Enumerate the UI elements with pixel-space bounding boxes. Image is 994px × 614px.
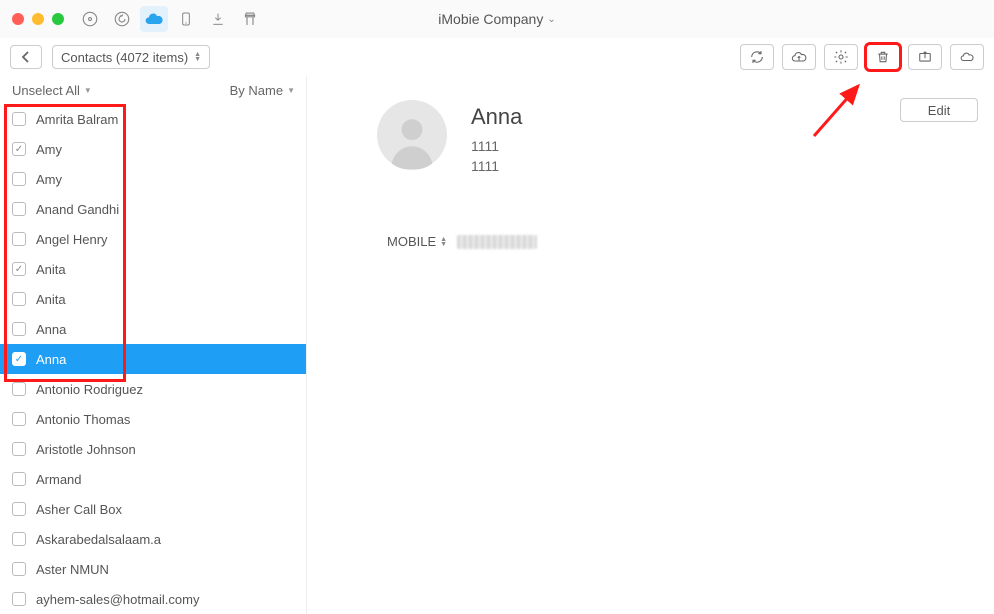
sort-label: By Name	[230, 83, 283, 98]
breadcrumb[interactable]: Contacts (4072 items) ▲▼	[52, 45, 210, 69]
checkbox[interactable]	[12, 382, 26, 396]
itunes-icon[interactable]	[76, 6, 104, 32]
contact-row-label: Askarabedalsalaam.a	[36, 532, 161, 547]
main-area: Unselect All ▼ By Name ▼ Amrita BalramAm…	[0, 76, 994, 614]
checkbox[interactable]	[12, 502, 26, 516]
refresh-button[interactable]	[740, 44, 774, 70]
phone-icon[interactable]	[172, 6, 200, 32]
sort-button[interactable]: By Name ▼	[230, 83, 295, 98]
traffic-lights	[12, 13, 64, 25]
checkbox[interactable]	[12, 562, 26, 576]
dropdown-icon: ▼	[287, 86, 295, 95]
contact-row-label: Anita	[36, 292, 66, 307]
contact-row-label: Antonio Rodriguez	[36, 382, 143, 397]
contact-row-label: Aristotle Johnson	[36, 442, 136, 457]
contact-row-label: Anand Gandhi	[36, 202, 119, 217]
contact-row[interactable]: Askarabedalsalaam.a	[0, 524, 306, 554]
avatar	[377, 100, 447, 170]
maximize-window-icon[interactable]	[52, 13, 64, 25]
contact-row-label: Armand	[36, 472, 82, 487]
edit-button[interactable]: Edit	[900, 98, 978, 122]
checkbox[interactable]	[12, 262, 26, 276]
contact-row[interactable]: Anna	[0, 344, 306, 374]
mobile-label: MOBILE	[387, 234, 436, 249]
contact-line2: 1111	[471, 158, 522, 174]
contact-row-label: Anna	[36, 322, 66, 337]
contact-row-label: Antonio Thomas	[36, 412, 130, 427]
title-bar: iMobie Company ⌄	[0, 0, 994, 38]
contact-row-label: Amy	[36, 142, 62, 157]
checkbox[interactable]	[12, 202, 26, 216]
export-button[interactable]	[908, 44, 942, 70]
contact-row[interactable]: Asher Call Box	[0, 494, 306, 524]
contact-row[interactable]: Aristotle Johnson	[0, 434, 306, 464]
contact-row[interactable]: Amy	[0, 164, 306, 194]
contact-detail: Edit Anna 1111 1111 MOBILE ▲▼	[307, 76, 994, 614]
window-title[interactable]: iMobie Company ⌄	[438, 11, 555, 27]
contact-name: Anna	[471, 104, 522, 130]
edit-label: Edit	[928, 103, 950, 118]
upload-cloud-button[interactable]	[782, 44, 816, 70]
contact-row-label: Angel Henry	[36, 232, 108, 247]
contact-row-label: Anna	[36, 352, 66, 367]
contact-row[interactable]: Amrita Balram	[0, 104, 306, 134]
cloud-button[interactable]	[950, 44, 984, 70]
checkbox[interactable]	[12, 442, 26, 456]
contact-row[interactable]: Antonio Thomas	[0, 404, 306, 434]
download-icon[interactable]	[204, 6, 232, 32]
contact-row-label: ayhem-sales@hotmail.comy	[36, 592, 199, 607]
checkbox[interactable]	[12, 232, 26, 246]
dropdown-icon: ▼	[84, 86, 92, 95]
toolbox-icon[interactable]	[236, 6, 264, 32]
checkbox[interactable]	[12, 172, 26, 186]
checkbox[interactable]	[12, 592, 26, 606]
settings-button[interactable]	[824, 44, 858, 70]
filter-bar: Unselect All ▼ By Name ▼	[0, 76, 307, 104]
mobile-number-redacted	[457, 235, 537, 249]
stepper-icon: ▲▼	[194, 52, 201, 62]
backup-icon[interactable]	[108, 6, 136, 32]
contact-line1: 1111	[471, 138, 522, 154]
mobile-row: MOBILE ▲▼	[337, 234, 964, 249]
close-window-icon[interactable]	[12, 13, 24, 25]
contact-row[interactable]: Anna	[0, 314, 306, 344]
device-tabs	[76, 6, 264, 32]
contact-row[interactable]: Armand	[0, 464, 306, 494]
toolbar: Contacts (4072 items) ▲▼	[0, 38, 994, 76]
checkbox[interactable]	[12, 322, 26, 336]
contact-row[interactable]: Anand Gandhi	[0, 194, 306, 224]
contacts-sidebar: Unselect All ▼ By Name ▼ Amrita BalramAm…	[0, 76, 307, 614]
contact-row-label: Amy	[36, 172, 62, 187]
contact-row[interactable]: Antonio Rodriguez	[0, 374, 306, 404]
checkbox[interactable]	[12, 142, 26, 156]
contact-row[interactable]: Anita	[0, 284, 306, 314]
icloud-icon[interactable]	[140, 6, 168, 32]
back-button[interactable]	[10, 45, 42, 69]
contact-row-label: Aster NMUN	[36, 562, 109, 577]
contact-row-label: Anita	[36, 262, 66, 277]
checkbox[interactable]	[12, 472, 26, 486]
unselect-all-label: Unselect All	[12, 83, 80, 98]
checkbox[interactable]	[12, 532, 26, 546]
delete-button[interactable]	[866, 44, 900, 70]
contact-row[interactable]: Amy	[0, 134, 306, 164]
checkbox[interactable]	[12, 112, 26, 126]
contact-row-label: Amrita Balram	[36, 112, 118, 127]
contact-row[interactable]: Angel Henry	[0, 224, 306, 254]
contact-row-label: Asher Call Box	[36, 502, 122, 517]
stepper-icon: ▲▼	[440, 237, 447, 247]
contact-row[interactable]: ayhem-sales@hotmail.comy	[0, 584, 306, 614]
checkbox[interactable]	[12, 412, 26, 426]
contact-list[interactable]: Amrita Balram Amy Amy Anand Gandhi Angel Hen…	[0, 104, 306, 614]
contact-row[interactable]: Aster NMUN	[0, 554, 306, 584]
checkbox[interactable]	[12, 292, 26, 306]
chevron-down-icon: ⌄	[547, 14, 555, 25]
mobile-label-group[interactable]: MOBILE ▲▼	[387, 234, 447, 249]
unselect-all-button[interactable]: Unselect All ▼	[12, 83, 92, 98]
minimize-window-icon[interactable]	[32, 13, 44, 25]
breadcrumb-label: Contacts (4072 items)	[61, 50, 188, 65]
checkbox[interactable]	[12, 352, 26, 366]
window-title-label: iMobie Company	[438, 11, 543, 27]
contact-row[interactable]: Anita	[0, 254, 306, 284]
